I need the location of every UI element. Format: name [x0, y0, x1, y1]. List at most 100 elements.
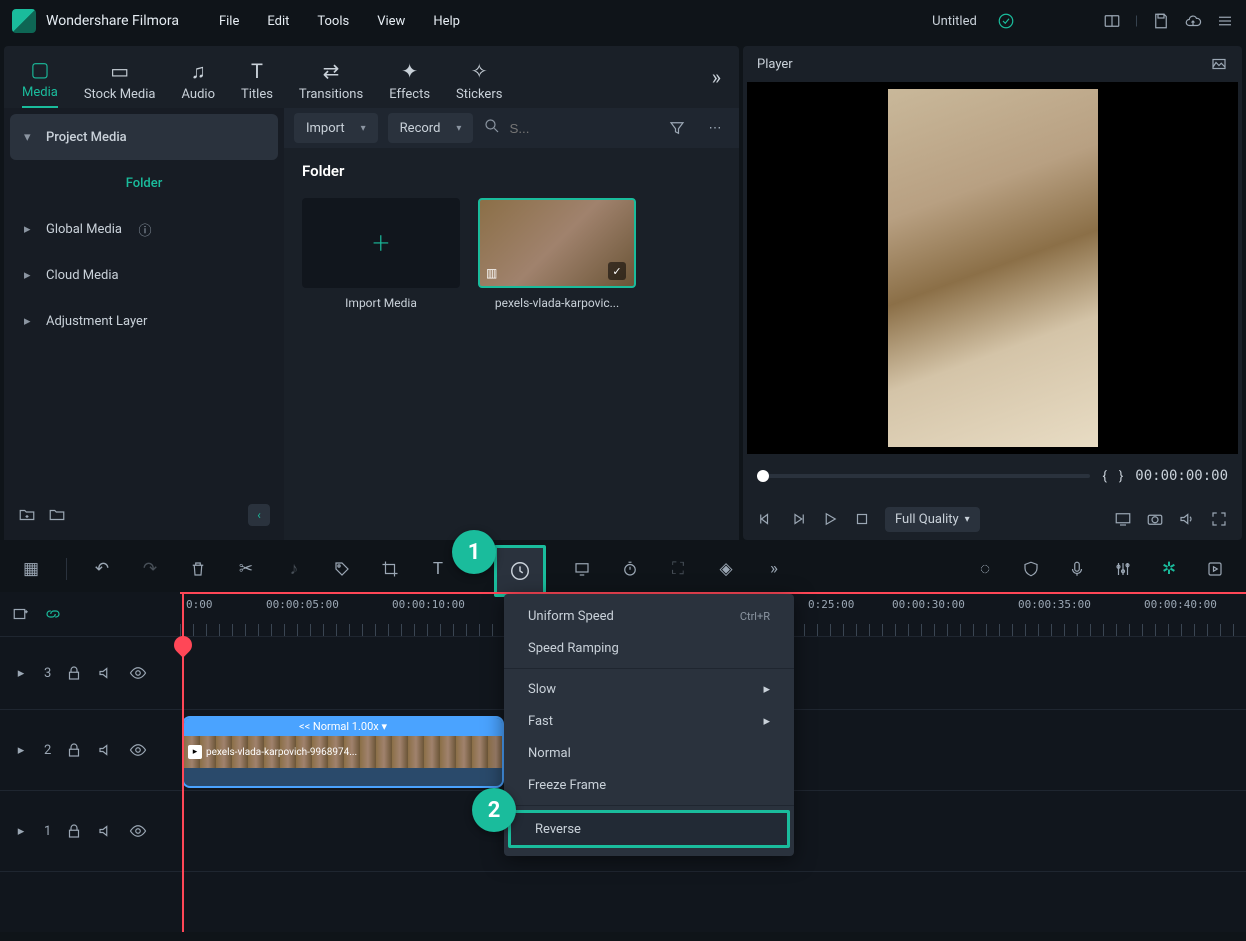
- sidebar-item-cloud-media[interactable]: ▸Cloud Media: [10, 252, 278, 298]
- export-icon[interactable]: [1202, 556, 1228, 582]
- import-media-cell[interactable]: + Import Media: [302, 198, 460, 310]
- save-icon[interactable]: [1152, 12, 1170, 30]
- marker-icon[interactable]: ✲: [1156, 556, 1182, 582]
- search-field[interactable]: [483, 117, 653, 139]
- mic-icon[interactable]: [1064, 556, 1090, 582]
- collapse-sidebar-icon[interactable]: ‹: [248, 504, 270, 526]
- quality-dropdown[interactable]: Full Quality▾: [885, 507, 980, 532]
- render-icon[interactable]: ◌: [972, 556, 998, 582]
- folder-icon[interactable]: [48, 506, 66, 524]
- timeline-clip[interactable]: << Normal 1.00x ▾ ▸pexels-vlada-karpovic…: [182, 716, 504, 788]
- shield-icon[interactable]: [1018, 556, 1044, 582]
- tab-effects[interactable]: ✦Effects: [389, 59, 430, 108]
- mute-icon[interactable]: [97, 664, 115, 682]
- menu-view[interactable]: View: [377, 14, 405, 29]
- tabs-more-icon[interactable]: »: [712, 65, 721, 89]
- expand-icon[interactable]: ⛶: [665, 556, 691, 582]
- import-label: Import Media: [345, 296, 417, 310]
- undo-icon[interactable]: ↶: [89, 556, 115, 582]
- playhead[interactable]: [182, 592, 184, 932]
- menu-freeze-frame[interactable]: Freeze Frame: [504, 769, 794, 801]
- record-dropdown[interactable]: Record▾: [388, 113, 474, 143]
- mute-icon[interactable]: [97, 822, 115, 840]
- lock-icon[interactable]: [65, 822, 83, 840]
- chevron-down-icon: ▾: [456, 123, 461, 134]
- menu-edit[interactable]: Edit: [267, 14, 289, 29]
- tab-stock-media[interactable]: ▭Stock Media: [84, 59, 156, 108]
- eye-icon[interactable]: [129, 664, 147, 682]
- hamburger-icon[interactable]: [1216, 12, 1234, 30]
- lock-icon[interactable]: [65, 741, 83, 759]
- link-icon[interactable]: [44, 605, 62, 623]
- cut-icon[interactable]: ✂: [233, 556, 259, 582]
- more-icon[interactable]: ⋯: [701, 114, 729, 142]
- brace-close[interactable]: }: [1119, 469, 1123, 484]
- text-icon[interactable]: T: [425, 556, 451, 582]
- video-track-icon: ▸: [12, 822, 30, 840]
- chevron-right-icon: ▸: [24, 222, 36, 237]
- menu-fast[interactable]: Fast▸: [504, 705, 794, 737]
- timer-icon[interactable]: [617, 556, 643, 582]
- prev-frame-icon[interactable]: [757, 510, 775, 528]
- mute-icon[interactable]: [97, 741, 115, 759]
- play-back-icon[interactable]: [789, 510, 807, 528]
- sidebar-item-folder[interactable]: Folder: [10, 160, 278, 206]
- lock-icon[interactable]: [65, 664, 83, 682]
- stop-icon[interactable]: [853, 510, 871, 528]
- speed-button-highlighted[interactable]: [494, 545, 546, 597]
- audio-icon: ♫: [191, 59, 206, 83]
- brace-open[interactable]: {: [1102, 469, 1106, 484]
- scope-icon[interactable]: [1210, 55, 1228, 73]
- monitor-icon[interactable]: [1114, 510, 1132, 528]
- cloud-up-icon[interactable]: [1184, 12, 1202, 30]
- filter-icon[interactable]: [663, 114, 691, 142]
- tab-stickers[interactable]: ✧Stickers: [456, 59, 502, 108]
- crop-icon[interactable]: [377, 556, 403, 582]
- scrub-knob[interactable]: [757, 470, 769, 482]
- tag-icon[interactable]: [329, 556, 355, 582]
- transitions-icon: ⇄: [323, 59, 340, 83]
- media-clip[interactable]: ▥ ✓ pexels-vlada-karpovic...: [478, 198, 636, 310]
- grid-icon[interactable]: ▦: [18, 556, 44, 582]
- player-title: Player: [757, 57, 793, 72]
- menu-reverse[interactable]: Reverse: [508, 810, 790, 848]
- tab-titles[interactable]: TTitles: [241, 59, 273, 108]
- tab-transitions[interactable]: ⇄Transitions: [299, 59, 363, 108]
- eye-icon[interactable]: [129, 822, 147, 840]
- new-folder-icon[interactable]: [18, 506, 36, 524]
- clip-header[interactable]: << Normal 1.00x ▾: [184, 718, 502, 736]
- search-input[interactable]: [507, 120, 551, 137]
- preview-viewport[interactable]: [747, 82, 1238, 454]
- add-track-icon[interactable]: [12, 605, 30, 623]
- play-icon[interactable]: [821, 510, 839, 528]
- music-icon[interactable]: ♪: [281, 556, 307, 582]
- delete-icon[interactable]: [185, 556, 211, 582]
- info-icon: ⓘ: [136, 220, 154, 238]
- sidebar-item-global-media[interactable]: ▸Global Mediaⓘ: [10, 206, 278, 252]
- layout-icon[interactable]: [1103, 12, 1121, 30]
- menu-uniform-speed[interactable]: Uniform SpeedCtrl+R: [504, 600, 794, 632]
- eye-icon[interactable]: [129, 741, 147, 759]
- keyframe-icon[interactable]: ◈: [713, 556, 739, 582]
- video-track-icon: ▸: [12, 664, 30, 682]
- menu-tools[interactable]: Tools: [317, 14, 349, 29]
- sidebar-item-adjustment-layer[interactable]: ▸Adjustment Layer: [10, 298, 278, 344]
- menu-file[interactable]: File: [219, 14, 239, 29]
- camera-icon[interactable]: [1146, 510, 1164, 528]
- menu-speed-ramping[interactable]: Speed Ramping: [504, 632, 794, 664]
- screen-icon[interactable]: [569, 556, 595, 582]
- menu-help[interactable]: Help: [433, 14, 460, 29]
- tab-audio[interactable]: ♫Audio: [182, 59, 215, 108]
- scrubber[interactable]: [757, 474, 1090, 478]
- redo-icon[interactable]: ↷: [137, 556, 163, 582]
- mixer-icon[interactable]: [1110, 556, 1136, 582]
- fullscreen-icon[interactable]: [1210, 510, 1228, 528]
- app-logo: [12, 9, 36, 33]
- tab-media[interactable]: ▢Media: [22, 57, 58, 108]
- sidebar-item-project-media[interactable]: ▾Project Media: [10, 114, 278, 160]
- menu-slow[interactable]: Slow▸: [504, 673, 794, 705]
- more-tools-icon[interactable]: »: [761, 556, 787, 582]
- import-dropdown[interactable]: Import▾: [294, 113, 378, 143]
- volume-icon[interactable]: [1178, 510, 1196, 528]
- menu-normal[interactable]: Normal: [504, 737, 794, 769]
